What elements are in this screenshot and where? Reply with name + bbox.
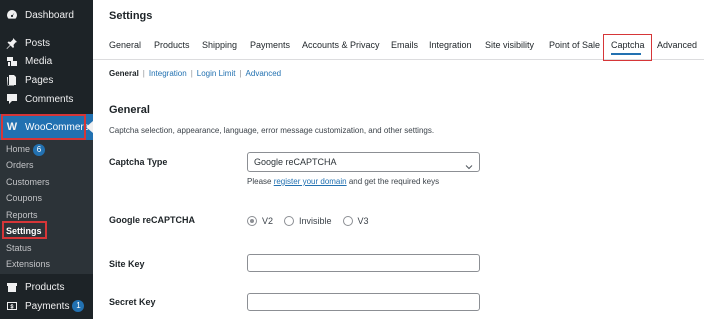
submenu-item-settings[interactable]: Settings bbox=[6, 224, 42, 238]
subnav-separator: | bbox=[190, 69, 193, 78]
register-domain-link[interactable]: register your domain bbox=[274, 177, 347, 186]
secret-key-input[interactable] bbox=[247, 293, 480, 311]
sidebar-item-label: Payments bbox=[25, 300, 70, 312]
submenu-item-reports[interactable]: Reports bbox=[6, 208, 38, 222]
submenu-item-customers[interactable]: Customers bbox=[6, 175, 50, 189]
captcha-type-label: Captcha Type bbox=[109, 157, 168, 167]
tab-advanced[interactable]: Advanced bbox=[657, 36, 697, 56]
tab-accounts-privacy[interactable]: Accounts & Privacy bbox=[302, 36, 380, 56]
tab-general[interactable]: General bbox=[109, 36, 141, 56]
submenu-item-home[interactable]: Home 6 bbox=[6, 142, 46, 156]
tab-payments[interactable]: Payments bbox=[250, 36, 290, 56]
subnav-login-limit[interactable]: Login Limit bbox=[197, 69, 236, 78]
sidebar-item-payments[interactable]: Payments 1 bbox=[0, 293, 93, 319]
tab-site-visibility[interactable]: Site visibility bbox=[485, 36, 534, 56]
secret-key-label: Secret Key bbox=[109, 297, 156, 307]
radio-v3[interactable]: V3 bbox=[342, 216, 369, 226]
sidebar-item-comments[interactable]: Comments bbox=[0, 86, 93, 112]
radio-circle[interactable] bbox=[284, 216, 295, 226]
recaptcha-version-radios: V2 Invisible V3 bbox=[247, 214, 380, 228]
captcha-type-value: Google reCAPTCHA bbox=[254, 157, 337, 167]
section-subnav: General | Integration | Login Limit | Advanced bbox=[109, 69, 281, 78]
page-title: Settings bbox=[109, 10, 153, 22]
current-menu-arrow bbox=[86, 121, 93, 133]
sidebar-item-label: Pages bbox=[25, 74, 54, 86]
settings-tabs: General Products Shipping Payments Accou… bbox=[93, 36, 704, 60]
payments-icon bbox=[6, 300, 18, 312]
site-key-label: Site Key bbox=[109, 259, 145, 269]
active-tab-indicator bbox=[611, 53, 641, 55]
dashboard-icon bbox=[6, 9, 18, 21]
submenu-item-orders[interactable]: Orders bbox=[6, 158, 34, 172]
woocommerce-submenu: Home 6 Orders Customers Coupons Reports S… bbox=[0, 140, 93, 274]
comments-icon bbox=[6, 93, 18, 105]
tab-shipping[interactable]: Shipping bbox=[202, 36, 237, 56]
sidebar-item-label: Comments bbox=[25, 93, 74, 105]
site-key-input[interactable] bbox=[247, 254, 480, 272]
sidebar-item-woocommerce[interactable]: W WooCommerce bbox=[0, 114, 95, 140]
media-icon bbox=[6, 55, 18, 67]
radio-label: Invisible bbox=[299, 216, 332, 226]
tab-point-of-sale[interactable]: Point of Sale bbox=[549, 36, 600, 56]
admin-sidebar: Dashboard Posts Media Pages Comments W W… bbox=[0, 0, 95, 319]
subnav-general[interactable]: General bbox=[109, 69, 139, 78]
hint-prefix: Please bbox=[247, 177, 274, 186]
home-badge: 6 bbox=[33, 143, 46, 156]
sidebar-item-label: Dashboard bbox=[25, 9, 74, 21]
radio-label: V3 bbox=[357, 216, 369, 226]
chevron-down-icon bbox=[465, 159, 473, 170]
hint-suffix: and get the required keys bbox=[346, 177, 440, 186]
radio-circle[interactable] bbox=[247, 216, 257, 226]
subnav-advanced[interactable]: Advanced bbox=[246, 69, 282, 78]
sidebar-item-label: Media bbox=[25, 55, 53, 67]
sidebar-item-dashboard[interactable]: Dashboard bbox=[0, 2, 93, 28]
radio-label: V2 bbox=[262, 216, 274, 226]
captcha-type-select[interactable]: Google reCAPTCHA bbox=[247, 152, 480, 172]
sidebar-item-label: Products bbox=[25, 281, 65, 293]
tab-products[interactable]: Products bbox=[154, 36, 190, 56]
radio-invisible[interactable]: Invisible bbox=[284, 216, 332, 226]
submenu-label: Home bbox=[6, 144, 31, 154]
captcha-type-hint: Please register your domain and get the … bbox=[247, 177, 439, 186]
woocommerce-icon: W bbox=[6, 121, 18, 133]
section-description: Captcha selection, appearance, language,… bbox=[109, 126, 435, 135]
section-title: General bbox=[109, 104, 150, 116]
subnav-integration[interactable]: Integration bbox=[149, 69, 187, 78]
subnav-separator: | bbox=[142, 69, 145, 78]
submenu-item-status[interactable]: Status bbox=[6, 241, 32, 255]
pages-icon bbox=[6, 74, 18, 86]
radio-v2[interactable]: V2 bbox=[247, 216, 273, 226]
sidebar-item-label: Posts bbox=[25, 37, 51, 49]
products-icon bbox=[6, 281, 18, 293]
radio-circle[interactable] bbox=[342, 216, 353, 226]
submenu-item-extensions[interactable]: Extensions bbox=[6, 257, 50, 271]
main-content: Settings General Products Shipping Payme… bbox=[93, 0, 704, 319]
tab-emails[interactable]: Emails bbox=[391, 36, 418, 56]
payments-badge: 1 bbox=[72, 300, 85, 312]
submenu-item-coupons[interactable]: Coupons bbox=[6, 191, 42, 205]
tab-integration[interactable]: Integration bbox=[429, 36, 472, 56]
subnav-separator: | bbox=[239, 69, 242, 78]
google-recaptcha-label: Google reCAPTCHA bbox=[109, 215, 196, 225]
sidebar-item-label: WooCommerce bbox=[25, 121, 95, 133]
